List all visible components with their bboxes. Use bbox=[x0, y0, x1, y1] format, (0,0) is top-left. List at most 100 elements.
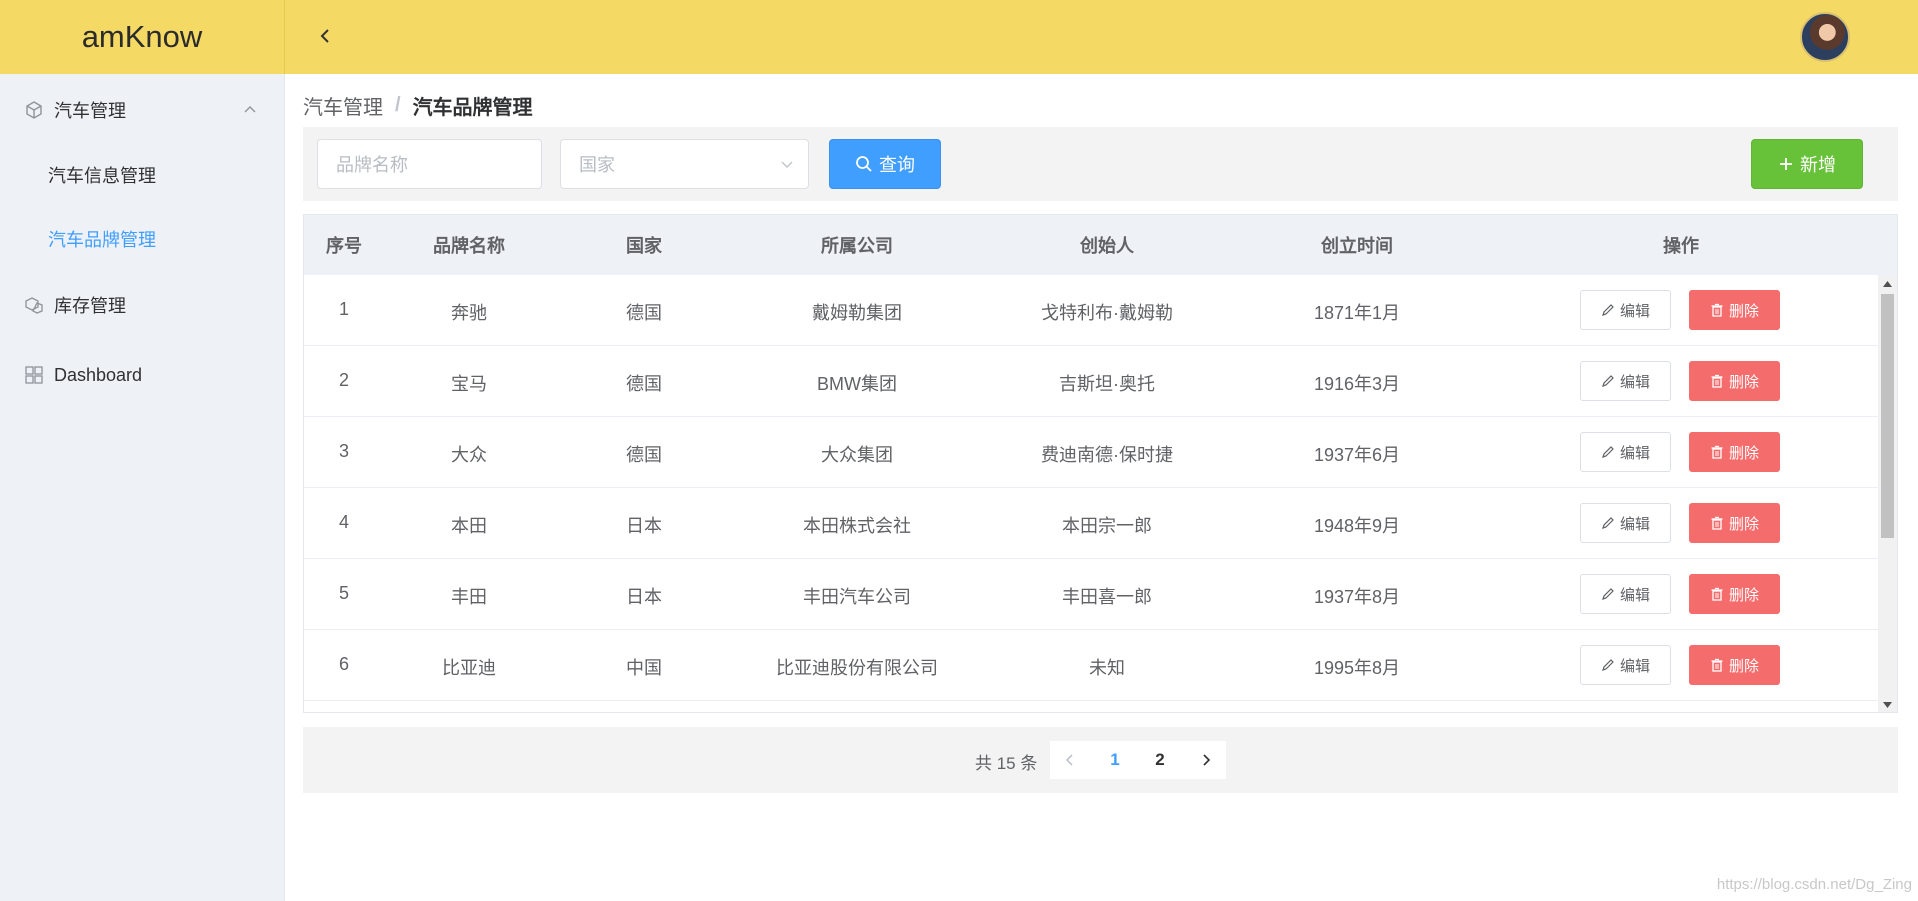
table-cell-founder: 丰田喜一郎 bbox=[1062, 587, 1152, 607]
table-cell-founder: 戈特利布·戴姆勒 bbox=[1041, 303, 1173, 323]
column-header: 国家 bbox=[626, 236, 662, 256]
next-page-button[interactable] bbox=[1186, 741, 1226, 779]
pagination-panel: 共 15 条 1 2 bbox=[303, 727, 1898, 793]
plus-icon bbox=[1780, 158, 1792, 170]
pencil-icon bbox=[1602, 517, 1614, 529]
table-cell-founder: 吉斯坦·奥托 bbox=[1059, 374, 1155, 394]
pagination-total: 共 15 条 bbox=[975, 754, 1038, 773]
delete-button[interactable]: 删除 bbox=[1689, 645, 1780, 685]
edit-button[interactable]: 编辑 bbox=[1580, 503, 1671, 543]
edit-button[interactable]: 编辑 bbox=[1580, 432, 1671, 472]
table-cell-founder: 本田宗一郎 bbox=[1062, 516, 1152, 536]
column-header: 操作 bbox=[1663, 236, 1699, 256]
grid-icon bbox=[25, 366, 43, 384]
sidebar-item-dashboard[interactable]: Dashboard bbox=[0, 347, 285, 403]
delete-button[interactable]: 删除 bbox=[1689, 503, 1780, 543]
edit-button[interactable]: 编辑 bbox=[1580, 361, 1671, 401]
app-logo: amKnow bbox=[0, 0, 285, 74]
edit-button[interactable]: 编辑 bbox=[1580, 574, 1671, 614]
search-icon bbox=[856, 156, 872, 172]
table-cell-company: 戴姆勒集团 bbox=[812, 303, 902, 323]
delete-button[interactable]: 删除 bbox=[1689, 574, 1780, 614]
prev-page-button[interactable] bbox=[1050, 741, 1090, 779]
delete-button[interactable]: 删除 bbox=[1689, 361, 1780, 401]
delete-button-label: 删除 bbox=[1728, 515, 1759, 533]
sidebar-item-label: 汽车管理 bbox=[54, 101, 126, 121]
delete-button-label: 删除 bbox=[1728, 444, 1759, 462]
chevron-up-icon bbox=[244, 106, 256, 113]
trash-icon bbox=[1711, 587, 1723, 601]
chevron-down-icon bbox=[781, 161, 793, 168]
country-select[interactable]: 国家 bbox=[560, 139, 809, 189]
scroll-thumb[interactable] bbox=[1881, 294, 1894, 538]
table-cell-founded: 1937年6月 bbox=[1313, 445, 1401, 465]
table-cell-company: 本田株式会社 bbox=[803, 516, 911, 536]
pagination: 1 2 bbox=[1050, 741, 1226, 779]
table-cell-no: 1 bbox=[338, 299, 350, 319]
sidebar-item-car-info[interactable]: 汽车信息管理 bbox=[0, 147, 285, 203]
sidebar-item-car-management[interactable]: 汽车管理 bbox=[0, 82, 285, 138]
table-cell-no: 5 bbox=[338, 583, 350, 603]
delete-button-label: 删除 bbox=[1728, 586, 1759, 604]
column-header: 品牌名称 bbox=[433, 236, 505, 256]
query-button[interactable]: 查询 bbox=[829, 139, 941, 189]
table-cell-founded: 1871年1月 bbox=[1313, 303, 1401, 323]
table-cell-founder: 费迪南德·保时捷 bbox=[1041, 445, 1173, 465]
table-header: 序号 品牌名称 国家 所属公司 创始人 创立时间 操作 bbox=[304, 215, 1897, 275]
breadcrumb-current: 汽车品牌管理 bbox=[412, 97, 533, 119]
breadcrumb-parent[interactable]: 汽车管理 bbox=[303, 91, 383, 120]
column-header: 序号 bbox=[326, 236, 362, 256]
sidebar: 汽车管理 汽车信息管理 汽车品牌管理 库存管理 Dashboard bbox=[0, 74, 285, 901]
table-cell-country: 中国 bbox=[626, 658, 662, 678]
edit-button-label: 编辑 bbox=[1619, 515, 1650, 533]
table-cell-no: 3 bbox=[338, 441, 350, 461]
table-cell-founded: 1948年9月 bbox=[1313, 516, 1401, 536]
chevron-right-icon bbox=[1203, 754, 1211, 766]
sidebar-item-brand-management[interactable]: 汽车品牌管理 bbox=[0, 211, 285, 267]
sidebar-item-inventory[interactable]: 库存管理 bbox=[0, 277, 285, 333]
pencil-icon bbox=[1602, 375, 1614, 387]
table-row: 4 本田 日本 本田株式会社 本田宗一郎 1948年9月 编辑 删除 bbox=[304, 488, 1879, 559]
edit-button[interactable]: 编辑 bbox=[1580, 645, 1671, 685]
table-cell-country: 德国 bbox=[626, 303, 662, 323]
table-cell-no: 2 bbox=[338, 370, 350, 390]
table-cell-no: 6 bbox=[338, 654, 350, 674]
table-cell-brand: 丰田 bbox=[451, 587, 487, 607]
scroll-down-icon[interactable] bbox=[1882, 699, 1893, 710]
collapse-sidebar-icon[interactable] bbox=[313, 24, 337, 48]
table-cell-country: 德国 bbox=[626, 374, 662, 394]
table-scrollbar[interactable] bbox=[1878, 275, 1897, 712]
table-cell-country: 日本 bbox=[626, 516, 662, 536]
breadcrumb-separator: / bbox=[395, 94, 401, 116]
scroll-up-icon[interactable] bbox=[1882, 279, 1893, 290]
delete-button[interactable]: 删除 bbox=[1689, 290, 1780, 330]
table-row: 1 奔驰 德国 戴姆勒集团 戈特利布·戴姆勒 1871年1月 编辑 删除 bbox=[304, 275, 1879, 346]
table-cell-country: 日本 bbox=[626, 587, 662, 607]
page-1-button[interactable]: 1 bbox=[1095, 741, 1135, 779]
table-cell-brand: 大众 bbox=[451, 445, 487, 465]
table-cell-founded: 1937年8月 bbox=[1313, 587, 1401, 607]
table-row: 2 宝马 德国 BMW集团 吉斯坦·奥托 1916年3月 编辑 删除 bbox=[304, 346, 1879, 417]
table-cell-company: 丰田汽车公司 bbox=[803, 587, 911, 607]
boxes-icon bbox=[25, 297, 43, 314]
pencil-icon bbox=[1602, 304, 1614, 316]
table-row: 6 比亚迪 中国 比亚迪股份有限公司 未知 1995年8月 编辑 删除 bbox=[304, 630, 1879, 701]
sidebar-item-label: Dashboard bbox=[54, 364, 143, 385]
watermark: https://blog.csdn.net/Dg_Zing bbox=[1716, 876, 1912, 893]
add-button[interactable]: 新增 bbox=[1751, 139, 1863, 189]
column-header: 创始人 bbox=[1080, 236, 1134, 256]
brand-table: 序号 品牌名称 国家 所属公司 创始人 创立时间 操作 1 奔驰 德国 戴姆勒集团 戈特… bbox=[303, 214, 1898, 713]
page-2-button[interactable]: 2 bbox=[1140, 741, 1180, 779]
country-select-placeholder: 国家 bbox=[579, 155, 615, 175]
table-cell-founded: 1916年3月 bbox=[1313, 374, 1401, 394]
delete-button-label: 删除 bbox=[1728, 373, 1759, 391]
delete-button[interactable]: 删除 bbox=[1689, 432, 1780, 472]
avatar[interactable] bbox=[1800, 12, 1850, 62]
table-row: 5 丰田 日本 丰田汽车公司 丰田喜一郎 1937年8月 编辑 删除 bbox=[304, 559, 1879, 630]
edit-button[interactable]: 编辑 bbox=[1580, 290, 1671, 330]
table-cell-company: BMW集团 bbox=[817, 374, 897, 394]
delete-button-label: 删除 bbox=[1728, 657, 1759, 675]
brand-name-input[interactable]: 品牌名称 bbox=[317, 139, 542, 189]
trash-icon bbox=[1711, 516, 1723, 530]
chevron-left-icon bbox=[1065, 754, 1073, 766]
